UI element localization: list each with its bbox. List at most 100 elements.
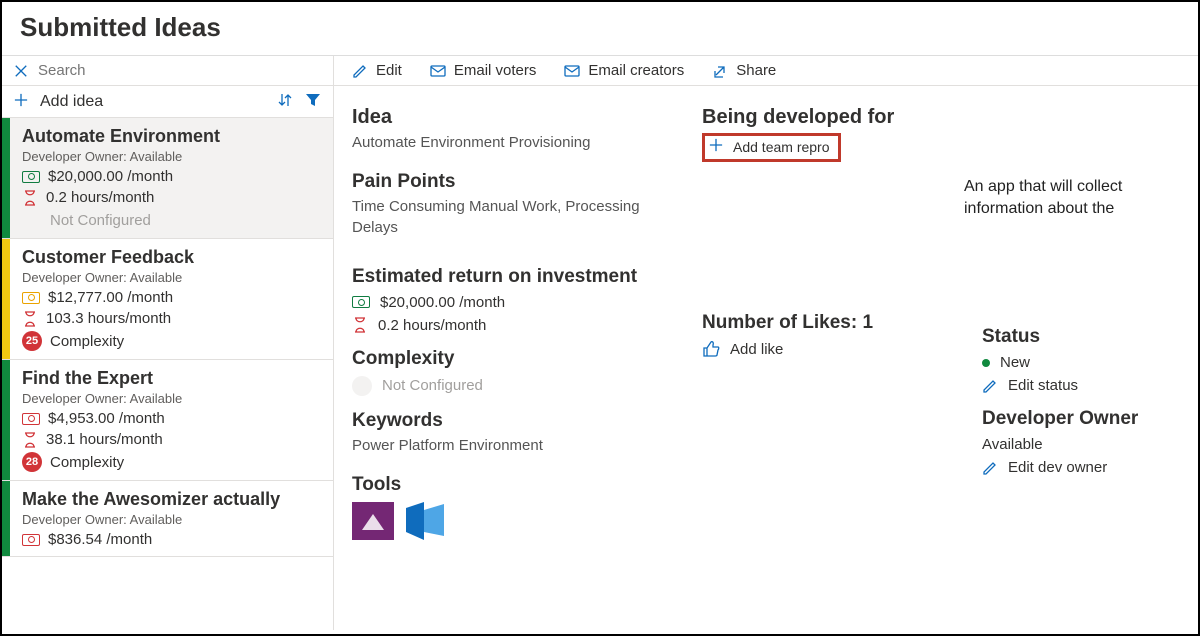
filter-icon[interactable] <box>305 92 321 111</box>
email-voters-button[interactable]: Email voters <box>430 62 537 79</box>
add-team-repro-label: Add team repro <box>733 139 830 155</box>
edit-status-button[interactable]: Edit status <box>982 377 1180 394</box>
sidebar: Add idea Automate Environment Developer … <box>2 56 334 630</box>
devowner-value: Available <box>982 436 1043 453</box>
money-icon <box>22 413 40 425</box>
detail-col-3: An app that will collect information abo… <box>964 106 1198 540</box>
email-voters-label: Email voters <box>454 62 537 79</box>
complexity-badge-empty <box>22 210 42 230</box>
complexity-badge: 25 <box>22 331 42 351</box>
pencil-icon <box>352 63 368 79</box>
idea-hours: 103.3 hours/month <box>46 310 171 327</box>
edit-button[interactable]: Edit <box>352 62 402 79</box>
detail-col-2: Being developed for Add team repro Numbe… <box>684 106 964 540</box>
money-icon <box>22 534 40 546</box>
idea-complexity: Complexity <box>50 333 124 350</box>
idea-card[interactable]: Automate Environment Developer Owner: Av… <box>2 118 333 239</box>
idea-owner: Developer Owner: Available <box>22 512 323 527</box>
share-button[interactable]: Share <box>712 62 776 79</box>
add-like-label: Add like <box>730 341 783 358</box>
accent-bar <box>2 481 10 556</box>
status-head: Status <box>982 326 1180 348</box>
money-icon <box>22 292 40 304</box>
add-like-button[interactable]: Add like <box>702 340 946 358</box>
money-icon <box>22 171 40 183</box>
complexity-text: Not Configured <box>382 377 483 394</box>
idea-money: $12,777.00 /month <box>48 289 173 306</box>
accent-bar <box>2 118 10 238</box>
idea-money: $836.54 /month <box>48 531 152 548</box>
roi-head: Estimated return on investment <box>352 266 666 288</box>
edit-devowner-label: Edit dev owner <box>1008 459 1107 476</box>
devfor-head: Being developed for <box>702 106 946 129</box>
idea-card[interactable]: Customer Feedback Developer Owner: Avail… <box>2 239 333 360</box>
complexity-badge-empty <box>352 376 372 396</box>
accent-bar <box>2 239 10 359</box>
detail-col-1: Idea Automate Environment Provisioning P… <box>334 106 684 540</box>
idea-card[interactable]: Find the Expert Developer Owner: Availab… <box>2 360 333 481</box>
share-label: Share <box>736 62 776 79</box>
add-idea-label[interactable]: Add idea <box>40 93 265 111</box>
roi-hours: 0.2 hours/month <box>378 317 486 334</box>
idea-money: $4,953.00 /month <box>48 410 165 427</box>
idea-money: $20,000.00 /month <box>48 168 173 185</box>
idea-card[interactable]: Make the Awesomizer actually Developer O… <box>2 481 333 557</box>
money-icon <box>352 296 370 308</box>
tools-head: Tools <box>352 474 666 496</box>
roi-money: $20,000.00 /month <box>380 294 505 311</box>
hourglass-icon <box>22 432 38 448</box>
idea-complexity: Complexity <box>50 454 124 471</box>
search-row[interactable] <box>2 56 333 86</box>
detail-panel: Edit Email voters Email creators Share <box>334 56 1198 630</box>
plus-icon[interactable] <box>14 93 28 110</box>
idea-head: Idea <box>352 106 666 129</box>
detail-body: Idea Automate Environment Provisioning P… <box>334 86 1198 540</box>
tool-tile-purple <box>352 502 394 540</box>
edit-devowner-button[interactable]: Edit dev owner <box>982 459 1180 476</box>
search-input[interactable] <box>38 62 321 79</box>
edit-label: Edit <box>376 62 402 79</box>
accent-bar <box>2 360 10 480</box>
painpoints-text: Time Consuming Manual Work, Processing D… <box>352 197 666 238</box>
edit-status-label: Edit status <box>1008 377 1078 394</box>
keywords-text: Power Platform Environment <box>352 436 666 456</box>
complexity-badge: 28 <box>22 452 42 472</box>
pencil-icon <box>982 460 998 476</box>
complexity-head: Complexity <box>352 348 666 370</box>
detail-toolbar: Edit Email voters Email creators Share <box>334 56 1198 86</box>
close-icon[interactable] <box>14 64 28 78</box>
idea-title: Customer Feedback <box>22 247 323 268</box>
painpoints-head: Pain Points <box>352 171 666 193</box>
idea-complexity: Not Configured <box>50 212 151 229</box>
hourglass-icon <box>22 311 38 327</box>
thumb-up-icon <box>702 340 720 358</box>
keywords-head: Keywords <box>352 410 666 432</box>
hourglass-icon <box>352 317 368 333</box>
page-title: Submitted Ideas <box>2 2 1198 56</box>
email-creators-button[interactable]: Email creators <box>564 62 684 79</box>
annotation-text: An app that will collect information abo… <box>964 176 1180 219</box>
main-layout: Add idea Automate Environment Developer … <box>2 56 1198 630</box>
idea-title: Make the Awesomizer actually <box>22 489 323 510</box>
add-team-repro-button[interactable]: Add team repro <box>702 133 841 162</box>
idea-owner: Developer Owner: Available <box>22 149 323 164</box>
idea-name: Automate Environment Provisioning <box>352 133 666 153</box>
tool-tile-blue <box>406 502 448 540</box>
add-idea-row: Add idea <box>2 86 333 118</box>
status-value: New <box>1000 354 1030 371</box>
sort-icon[interactable] <box>277 92 293 111</box>
hourglass-icon <box>22 190 38 206</box>
email-creators-label: Email creators <box>588 62 684 79</box>
idea-title: Automate Environment <box>22 126 323 147</box>
devowner-head: Developer Owner <box>982 408 1180 430</box>
idea-hours: 38.1 hours/month <box>46 431 163 448</box>
share-icon <box>712 63 728 79</box>
tools-row <box>352 502 666 540</box>
idea-list: Automate Environment Developer Owner: Av… <box>2 118 333 630</box>
idea-hours: 0.2 hours/month <box>46 189 154 206</box>
mail-icon <box>430 64 446 78</box>
idea-title: Find the Expert <box>22 368 323 389</box>
idea-owner: Developer Owner: Available <box>22 391 323 406</box>
idea-owner: Developer Owner: Available <box>22 270 323 285</box>
status-dot <box>982 359 990 367</box>
